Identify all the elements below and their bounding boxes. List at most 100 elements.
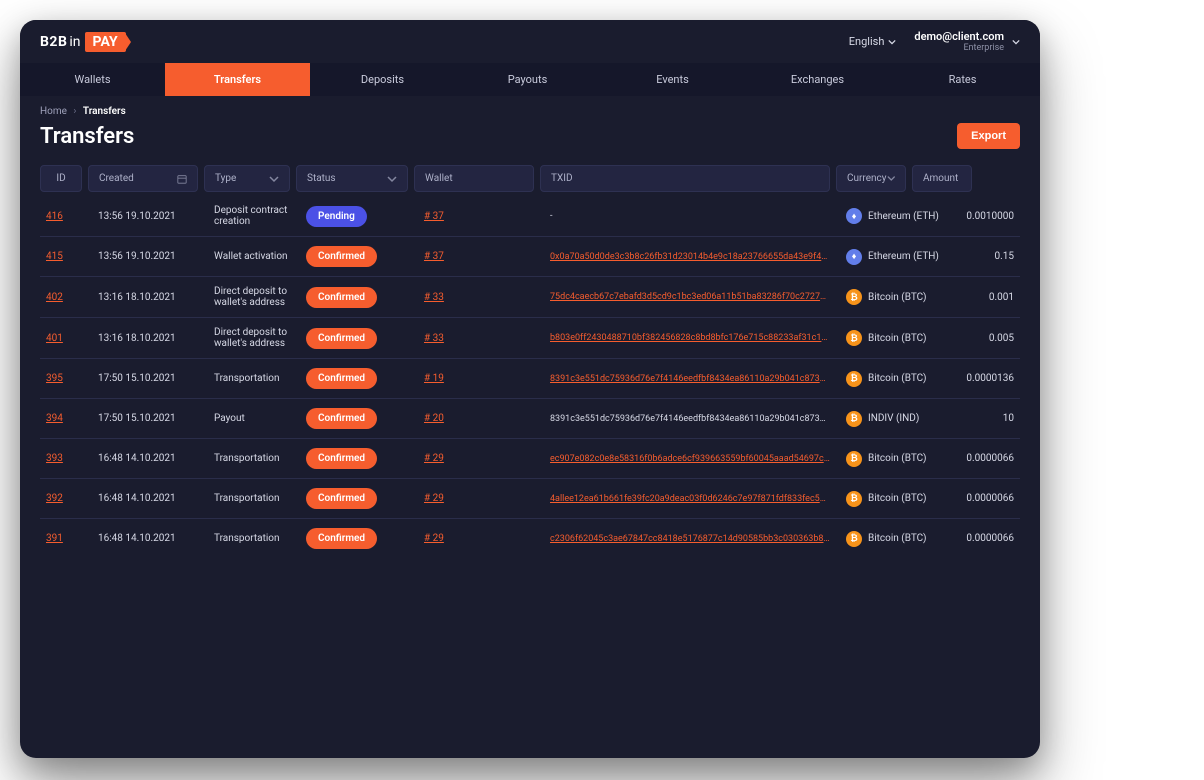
type-cell: Deposit contract creation <box>208 196 300 237</box>
transfer-id-link[interactable]: 395 <box>46 373 63 384</box>
filter-id-label: ID <box>56 173 65 184</box>
nav-payouts[interactable]: Payouts <box>455 63 600 96</box>
currency-cell: ♦Ethereum (ETH) <box>846 208 944 224</box>
type-cell: Direct deposit to wallet's address <box>208 277 300 318</box>
txid-link: - <box>550 211 830 221</box>
chevron-down-icon <box>387 174 397 184</box>
filter-txid[interactable]: TXID <box>540 165 830 192</box>
wallet-link[interactable]: # 37 <box>424 211 444 222</box>
wallet-link[interactable]: # 19 <box>424 373 444 384</box>
user-info[interactable]: demo@client.com Enterprise <box>914 30 1004 53</box>
txid-link[interactable]: 0x0a70a50d0de3c3b8c26fb31d23014b4e9c18a2… <box>550 252 830 262</box>
table-row: 39316:48 14.10.2021TransportationConfirm… <box>40 439 1020 479</box>
txid-link[interactable]: 75dc4caecb67c7ebafd3d5cd9c1bc3ed06a11b51… <box>550 292 830 302</box>
table-row: 39417:50 15.10.2021PayoutConfirmed# 2083… <box>40 399 1020 439</box>
logo-pay: PAY <box>85 32 126 52</box>
breadcrumb-current: Transfers <box>83 106 126 117</box>
amount-cell: 0.005 <box>950 318 1020 359</box>
created-cell: 13:56 19.10.2021 <box>92 196 208 237</box>
wallet-link[interactable]: # 29 <box>424 453 444 464</box>
btc-icon: ₿ <box>846 531 862 547</box>
calendar-icon <box>177 174 187 184</box>
currency-cell: ₿Bitcoin (BTC) <box>846 371 944 387</box>
status-badge: Confirmed <box>306 528 377 549</box>
transfer-id-link[interactable]: 415 <box>46 251 63 262</box>
filter-wallet[interactable]: Wallet <box>414 165 534 192</box>
type-cell: Direct deposit to wallet's address <box>208 318 300 359</box>
currency-cell: ♦Ethereum (ETH) <box>846 249 944 265</box>
type-cell: Payout <box>208 399 300 439</box>
breadcrumb-home[interactable]: Home <box>40 106 67 117</box>
chevron-down-icon[interactable] <box>1012 38 1020 46</box>
transfer-id-link[interactable]: 401 <box>46 333 63 344</box>
txid-link[interactable]: b803e0ff2430488710bf382456828c8bd8bfc176… <box>550 333 830 343</box>
txid-link[interactable]: 4allee12ea61b661fe39fc20a9deac03f0d6246c… <box>550 494 830 504</box>
currency-label: INDIV (IND) <box>868 413 919 424</box>
filter-id[interactable]: ID <box>40 165 82 192</box>
filter-status-label: Status <box>307 173 336 184</box>
status-badge: Pending <box>306 206 367 227</box>
currency-cell: ₿INDIV (IND) <box>846 411 944 427</box>
transfer-id-link[interactable]: 394 <box>46 413 63 424</box>
amount-cell: 10 <box>950 399 1020 439</box>
nav-exchanges[interactable]: Exchanges <box>745 63 890 96</box>
app-window: B2B in PAY English demo@client.com Enter… <box>20 20 1040 758</box>
wallet-link[interactable]: # 29 <box>424 493 444 504</box>
status-badge: Confirmed <box>306 448 377 469</box>
nav-transfers[interactable]: Transfers <box>165 63 310 96</box>
wallet-link[interactable]: # 20 <box>424 413 444 424</box>
transfer-id-link[interactable]: 393 <box>46 453 63 464</box>
amount-cell: 0.001 <box>950 277 1020 318</box>
filter-row: ID Created Type Status Wa <box>40 165 1020 192</box>
table-row: 416 13:56 19.10.2021Deposit contract crea… <box>40 196 1020 237</box>
filter-wallet-label: Wallet <box>425 173 453 184</box>
nav-rates[interactable]: Rates <box>890 63 1035 96</box>
currency-label: Bitcoin (BTC) <box>868 453 927 464</box>
amount-cell: 0.0000066 <box>950 439 1020 479</box>
type-cell: Transportation <box>208 439 300 479</box>
transfer-id-link[interactable]: 391 <box>46 533 63 544</box>
amount-cell: 0.0000136 <box>950 359 1020 399</box>
filter-amount: Amount <box>912 165 972 192</box>
txid-link[interactable]: c2306f62045c3ae67847cc8418e5176877c14d90… <box>550 534 830 544</box>
filter-type-label: Type <box>215 173 236 184</box>
created-cell: 17:50 15.10.2021 <box>92 359 208 399</box>
wallet-link[interactable]: # 29 <box>424 533 444 544</box>
user-email: demo@client.com <box>914 30 1004 43</box>
currency-cell: ₿Bitcoin (BTC) <box>846 330 944 346</box>
txid-link[interactable]: ec907e082c0e8e58316f0b6adce6cf939663559b… <box>550 454 830 464</box>
wallet-link[interactable]: # 33 <box>424 292 444 303</box>
export-button[interactable]: Export <box>957 123 1020 149</box>
filter-created[interactable]: Created <box>88 165 198 192</box>
btc-icon: ₿ <box>846 371 862 387</box>
txid-link[interactable]: 8391c3e551dc75936d76e7f4146eedfbf8434ea8… <box>550 374 830 384</box>
transfer-id-link[interactable]: 416 <box>46 211 63 222</box>
chevron-down-icon <box>887 174 896 184</box>
wallet-link[interactable]: # 37 <box>424 251 444 262</box>
nav-wallets[interactable]: Wallets <box>20 63 165 96</box>
language-selector[interactable]: English <box>849 35 897 48</box>
filter-currency[interactable]: Currency <box>836 165 906 192</box>
table-row: 39517:50 15.10.2021TransportationConfirm… <box>40 359 1020 399</box>
chevron-down-icon <box>888 38 896 46</box>
table-row: 40113:16 18.10.2021Direct deposit to wal… <box>40 318 1020 359</box>
currency-label: Bitcoin (BTC) <box>868 533 927 544</box>
eth-icon: ♦ <box>846 249 862 265</box>
main-nav: Wallets Transfers Deposits Payouts Event… <box>20 63 1040 96</box>
filter-status[interactable]: Status <box>296 165 408 192</box>
transfer-id-link[interactable]: 402 <box>46 292 63 303</box>
logo-in: in <box>69 34 80 50</box>
nav-events[interactable]: Events <box>600 63 745 96</box>
currency-cell: ₿Bitcoin (BTC) <box>846 289 944 305</box>
transfer-id-link[interactable]: 392 <box>46 493 63 504</box>
btc-icon: ₿ <box>846 491 862 507</box>
filter-type[interactable]: Type <box>204 165 290 192</box>
currency-cell: ₿ Bitcoin (BTC) <box>846 531 944 547</box>
currency-label: Ethereum (ETH) <box>868 211 939 222</box>
btc-icon: ₿ <box>846 330 862 346</box>
user-tier: Enterprise <box>963 43 1004 53</box>
breadcrumb: Home › Transfers <box>20 96 1040 117</box>
wallet-link[interactable]: # 33 <box>424 333 444 344</box>
type-cell: Transportation <box>208 479 300 519</box>
nav-deposits[interactable]: Deposits <box>310 63 455 96</box>
